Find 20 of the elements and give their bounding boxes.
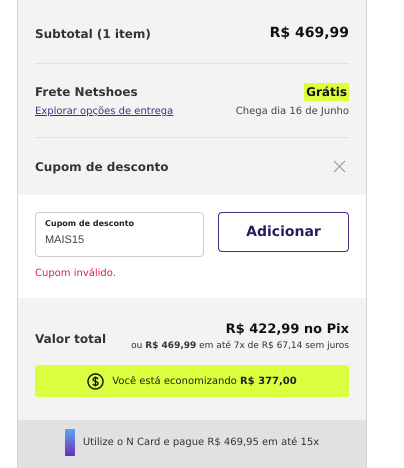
subtotal-value: R$ 469,99 [270, 24, 349, 43]
error-message: Cupom inválido. [35, 267, 117, 281]
coupon-field[interactable]: Cupom de desconto MAIS15 [35, 212, 204, 257]
close-icon[interactable] [333, 160, 346, 173]
total-label: Valor total [35, 330, 106, 348]
arrival-date: Chega dia 16 de Junho [236, 105, 349, 119]
card-promo-text: Utilize o N Card e pague R$ 469,95 em até 15x [82, 436, 320, 450]
credit-card-icon [64, 428, 75, 456]
pix-price: R$ 422,99 no Pix [226, 321, 349, 339]
installments-text: ou R$ 469,99 em até 7x de R$ 67,14 sem juros [131, 340, 349, 352]
coupon-code: MAIS15 [45, 233, 86, 248]
delivery-options-link[interactable]: Explorar opções de entrega [35, 104, 174, 119]
savings-text: Você está economizando R$ 377,00 [112, 374, 297, 388]
add-button[interactable]: Adicionar [218, 212, 349, 252]
field-label: Cupom de desconto [45, 218, 136, 230]
coupon-title: Cupom de desconto [35, 158, 169, 176]
subtotal-label: Subtotal (1 item) [35, 26, 151, 42]
dollar-coin-icon [87, 372, 104, 390]
free-shipping-badge: Grátis [304, 83, 349, 101]
shipping-label: Frete Netshoes [35, 84, 138, 101]
